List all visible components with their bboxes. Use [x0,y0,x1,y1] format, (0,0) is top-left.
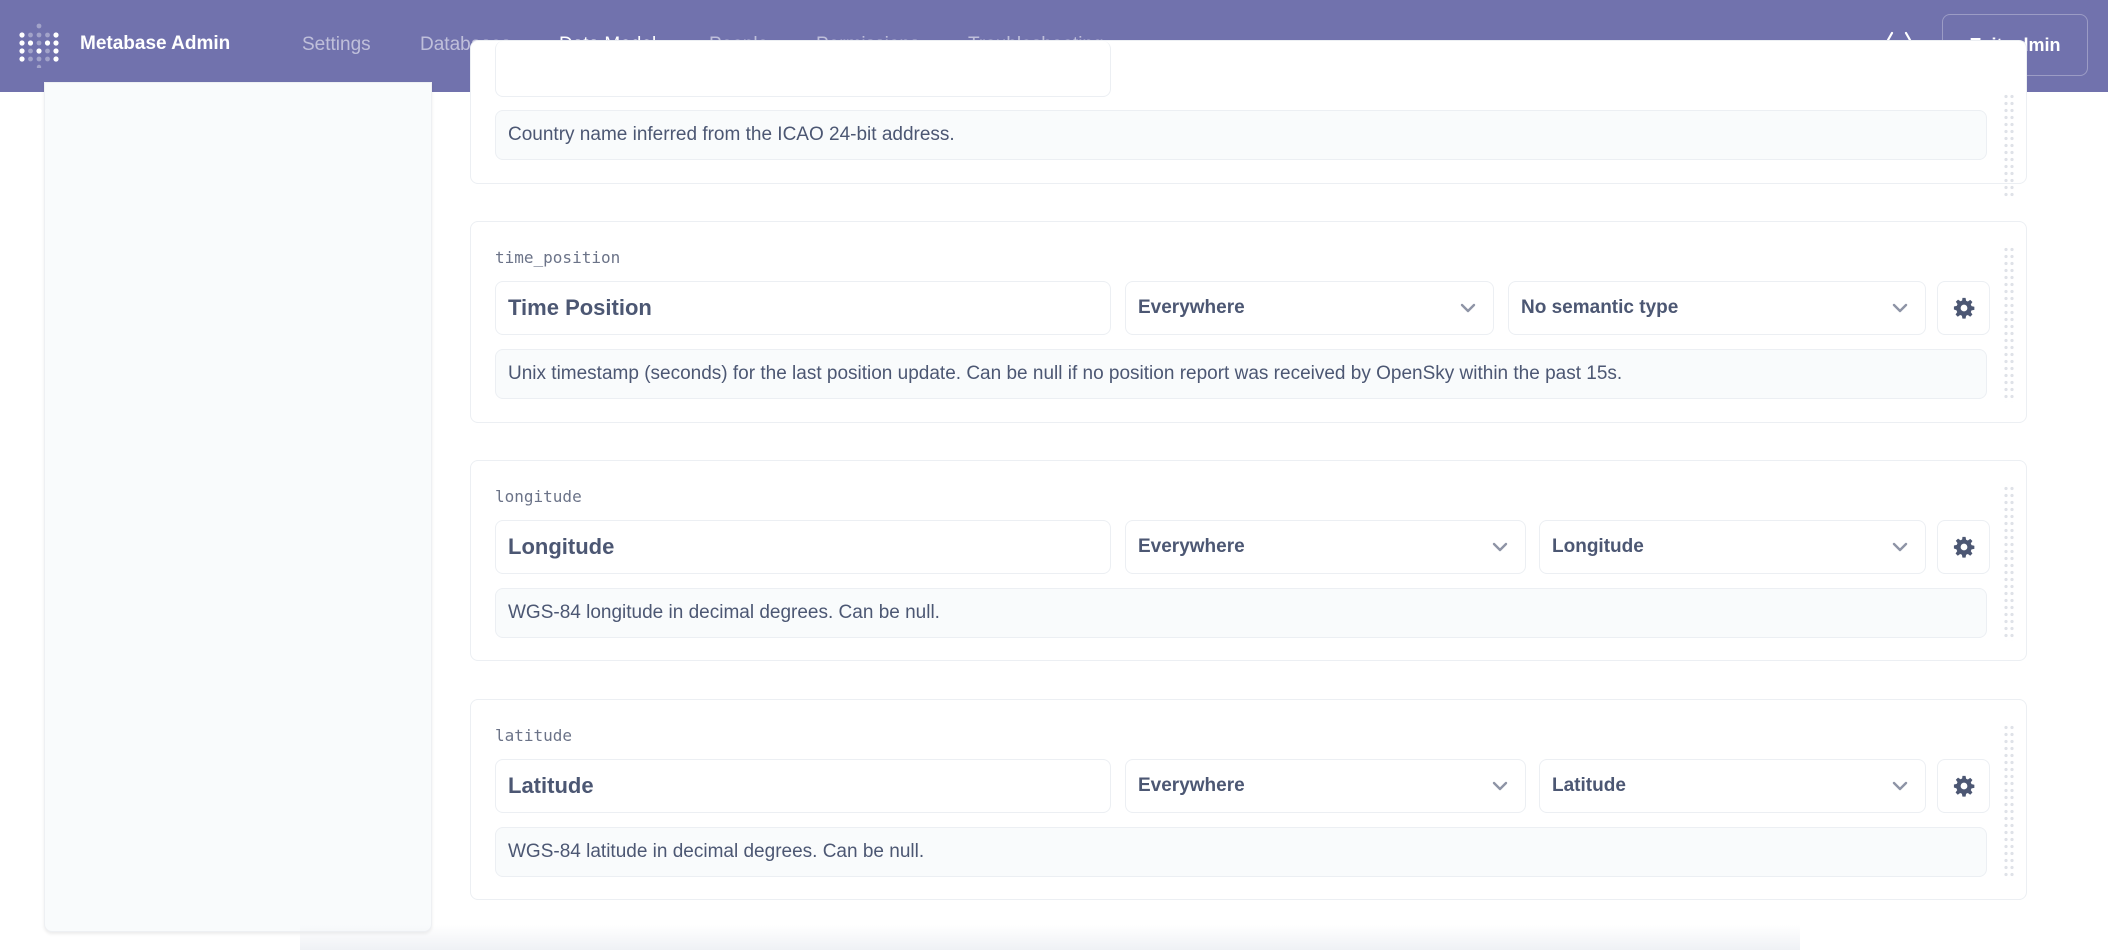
field-description-input[interactable]: Unix timestamp (seconds) for the last po… [495,349,1987,399]
field-card: time_position Time Position Everywhere N… [470,221,2027,423]
drag-handle-icon[interactable] [2003,485,2015,641]
drag-handle-icon[interactable] [2003,93,2015,199]
field-card: latitude Latitude Everywhere Latitude WG… [470,699,2027,900]
field-description-input[interactable]: WGS-84 longitude in decimal degrees. Can… [495,588,1987,638]
gear-icon [1953,536,1974,558]
semantic-type-select[interactable]: Longitude [1539,520,1926,574]
visibility-select[interactable]: Everywhere [1125,759,1526,813]
semantic-type-select[interactable]: Latitude [1539,759,1926,813]
metabase-logo-icon[interactable] [18,22,60,68]
field-settings-button[interactable] [1937,281,1990,335]
column-name-label: latitude [495,726,573,745]
nav-item-settings[interactable]: Settings [302,34,371,56]
sidebar-panel [44,82,432,932]
field-settings-button[interactable] [1937,759,1990,813]
gear-icon [1953,775,1974,797]
chevron-down-icon [1460,303,1476,313]
scroll-fade [300,925,1800,950]
field-description-input[interactable]: WGS-84 latitude in decimal degrees. Can … [495,827,1987,877]
chevron-down-icon [1492,781,1508,791]
field-display-name-input[interactable] [495,41,1111,97]
visibility-select[interactable]: Everywhere [1125,281,1494,335]
chevron-down-icon [1892,781,1908,791]
semantic-type-select-value: Latitude [1552,775,1626,796]
column-name-label: time_position [495,248,621,267]
field-display-name-input[interactable]: Longitude [495,520,1111,574]
semantic-type-select-value: No semantic type [1521,297,1679,318]
column-name-label: longitude [495,487,582,506]
field-display-name-input[interactable]: Time Position [495,281,1111,335]
drag-handle-icon[interactable] [2003,724,2015,880]
visibility-select-value: Everywhere [1138,536,1245,557]
field-display-name-input[interactable]: Latitude [495,759,1111,813]
field-description-input[interactable]: Country name inferred from the ICAO 24-b… [495,110,1987,160]
chevron-down-icon [1892,542,1908,552]
semantic-type-select-value: Longitude [1552,536,1644,557]
visibility-select[interactable]: Everywhere [1125,520,1526,574]
field-card: longitude Longitude Everywhere Longitude… [470,460,2027,661]
gear-icon [1953,297,1974,319]
drag-handle-icon[interactable] [2003,246,2015,402]
field-card: Country name inferred from the ICAO 24-b… [470,40,2027,199]
chevron-down-icon [1892,303,1908,313]
field-settings-button[interactable] [1937,520,1990,574]
chevron-down-icon [1492,542,1508,552]
brand-title: Metabase Admin [80,33,231,54]
semantic-type-select[interactable]: No semantic type [1508,281,1926,335]
visibility-select-value: Everywhere [1138,775,1245,796]
visibility-select-value: Everywhere [1138,297,1245,318]
